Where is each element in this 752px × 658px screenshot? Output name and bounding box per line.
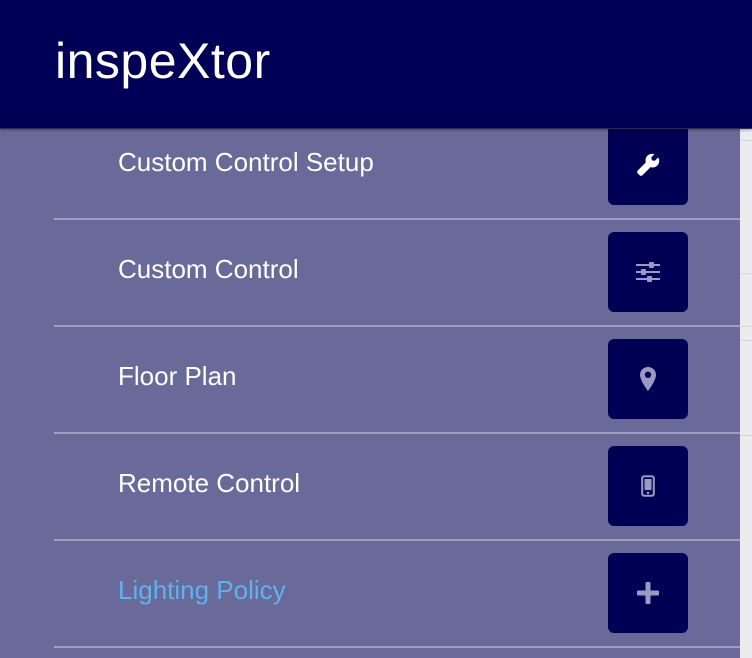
background-page-edge <box>740 128 752 658</box>
menu-item-lighting-policy[interactable]: Lighting Policy <box>54 541 740 648</box>
remote-control-button[interactable] <box>608 446 688 526</box>
custom-control-setup-button[interactable] <box>608 125 688 205</box>
menu-item-remote-control[interactable]: Remote Control <box>54 434 740 541</box>
menu-divider <box>54 646 740 648</box>
menu-item-label: Custom Control <box>118 254 299 284</box>
map-pin-icon <box>640 367 656 391</box>
sliders-icon <box>636 262 660 282</box>
menu-item-label: Custom Control Setup <box>118 147 374 177</box>
menu-item-custom-control[interactable]: Custom Control <box>54 220 740 327</box>
menu-item-label: Remote Control <box>118 468 301 498</box>
floor-plan-button[interactable] <box>608 339 688 419</box>
mobile-phone-icon <box>641 475 655 497</box>
plus-icon <box>637 582 659 604</box>
menu-item-label: Floor Plan <box>118 361 237 391</box>
app-header: inspeXtor <box>0 0 752 128</box>
menu-item-label: Lighting Policy <box>118 575 286 605</box>
app-title: inspeXtor <box>55 33 271 89</box>
lighting-policy-button[interactable] <box>608 553 688 633</box>
custom-control-button[interactable] <box>608 232 688 312</box>
app-window: inspeXtor Custom Control Setup Custom Co… <box>0 0 752 658</box>
wrench-icon <box>637 153 660 176</box>
menu-item-floor-plan[interactable]: Floor Plan <box>54 327 740 434</box>
menu-item-custom-control-setup[interactable]: Custom Control Setup <box>54 125 740 220</box>
navigation-drawer: Custom Control Setup Custom Control Floo… <box>0 125 740 658</box>
menu-list: Custom Control Setup Custom Control Floo… <box>54 125 740 648</box>
